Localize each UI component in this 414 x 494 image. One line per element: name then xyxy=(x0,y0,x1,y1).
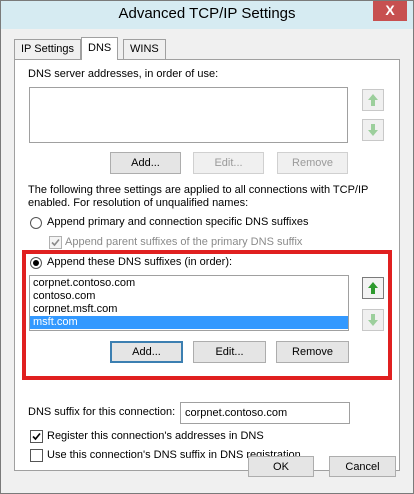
dns-server-remove-button[interactable]: Remove xyxy=(277,152,348,174)
suffix-list-item[interactable]: contoso.com xyxy=(30,290,348,303)
dns-servers-list[interactable] xyxy=(29,87,348,143)
arrow-down-icon xyxy=(368,314,378,326)
radio-append-these-suffixes[interactable] xyxy=(30,257,42,269)
settings-note-line-2: enabled. For resolution of unqualified n… xyxy=(28,197,249,209)
suffix-move-down-button[interactable] xyxy=(362,309,384,331)
settings-note-line-1: The following three settings are applied… xyxy=(28,184,369,196)
dns-suffix-label: DNS suffix for this connection: xyxy=(28,406,176,418)
suffix-list-item-selected[interactable]: msft.com xyxy=(30,316,348,329)
arrow-down-icon xyxy=(368,124,378,136)
dialog-title: Advanced TCP/IP Settings xyxy=(118,5,296,22)
arrow-up-icon xyxy=(368,94,378,106)
cancel-button[interactable]: Cancel xyxy=(329,456,396,477)
suffix-remove-button[interactable]: Remove xyxy=(276,341,349,363)
radio-append-these-label: Append these DNS suffixes (in order): xyxy=(47,256,233,268)
checkbox-append-parent-suffixes[interactable] xyxy=(49,236,62,249)
dns-servers-label: DNS server addresses, in order of use: xyxy=(28,68,219,80)
ok-button[interactable]: OK xyxy=(248,456,314,477)
suffix-edit-button[interactable]: Edit... xyxy=(193,341,266,363)
dns-server-edit-button[interactable]: Edit... xyxy=(193,152,264,174)
tab-dns[interactable]: DNS xyxy=(81,37,119,60)
checkbox-append-parent-label: Append parent suffixes of the primary DN… xyxy=(65,236,303,248)
checkbox-register-label: Register this connection's addresses in … xyxy=(47,430,264,442)
suffix-add-button[interactable]: Add... xyxy=(110,341,183,363)
suffix-move-up-button[interactable] xyxy=(362,277,384,299)
tab-ip-settings[interactable]: IP Settings xyxy=(14,39,81,59)
arrow-up-icon xyxy=(368,282,378,294)
checkbox-use-suffix-registration[interactable] xyxy=(30,449,43,462)
radio-append-primary[interactable] xyxy=(30,217,42,229)
dns-server-move-up-button[interactable] xyxy=(362,89,384,111)
dns-tab-panel: DNS server addresses, in order of use: A… xyxy=(14,59,400,471)
dns-suffix-input[interactable]: corpnet.contoso.com xyxy=(180,402,350,424)
advanced-tcpip-settings-dialog: Advanced TCP/IP Settings X IP Settings D… xyxy=(0,0,414,494)
checkmark-icon xyxy=(51,238,60,247)
dns-server-add-button[interactable]: Add... xyxy=(110,152,181,174)
close-button[interactable]: X xyxy=(373,1,407,21)
checkbox-register-addresses[interactable] xyxy=(30,430,43,443)
tab-wins[interactable]: WINS xyxy=(123,39,166,59)
close-icon: X xyxy=(385,2,395,18)
dns-server-move-down-button[interactable] xyxy=(362,119,384,141)
dns-suffix-list[interactable]: corpnet.contoso.com contoso.com corpnet.… xyxy=(29,275,349,331)
suffix-list-item[interactable]: corpnet.msft.com xyxy=(30,303,348,316)
dialog-client-area: IP Settings DNS WINS DNS server addresse… xyxy=(8,29,406,487)
radio-append-primary-label: Append primary and connection specific D… xyxy=(47,216,309,228)
suffix-list-item[interactable]: corpnet.contoso.com xyxy=(30,277,348,290)
checkmark-icon xyxy=(32,432,41,441)
title-bar: Advanced TCP/IP Settings X xyxy=(1,1,413,29)
radio-selected-dot xyxy=(33,260,39,266)
